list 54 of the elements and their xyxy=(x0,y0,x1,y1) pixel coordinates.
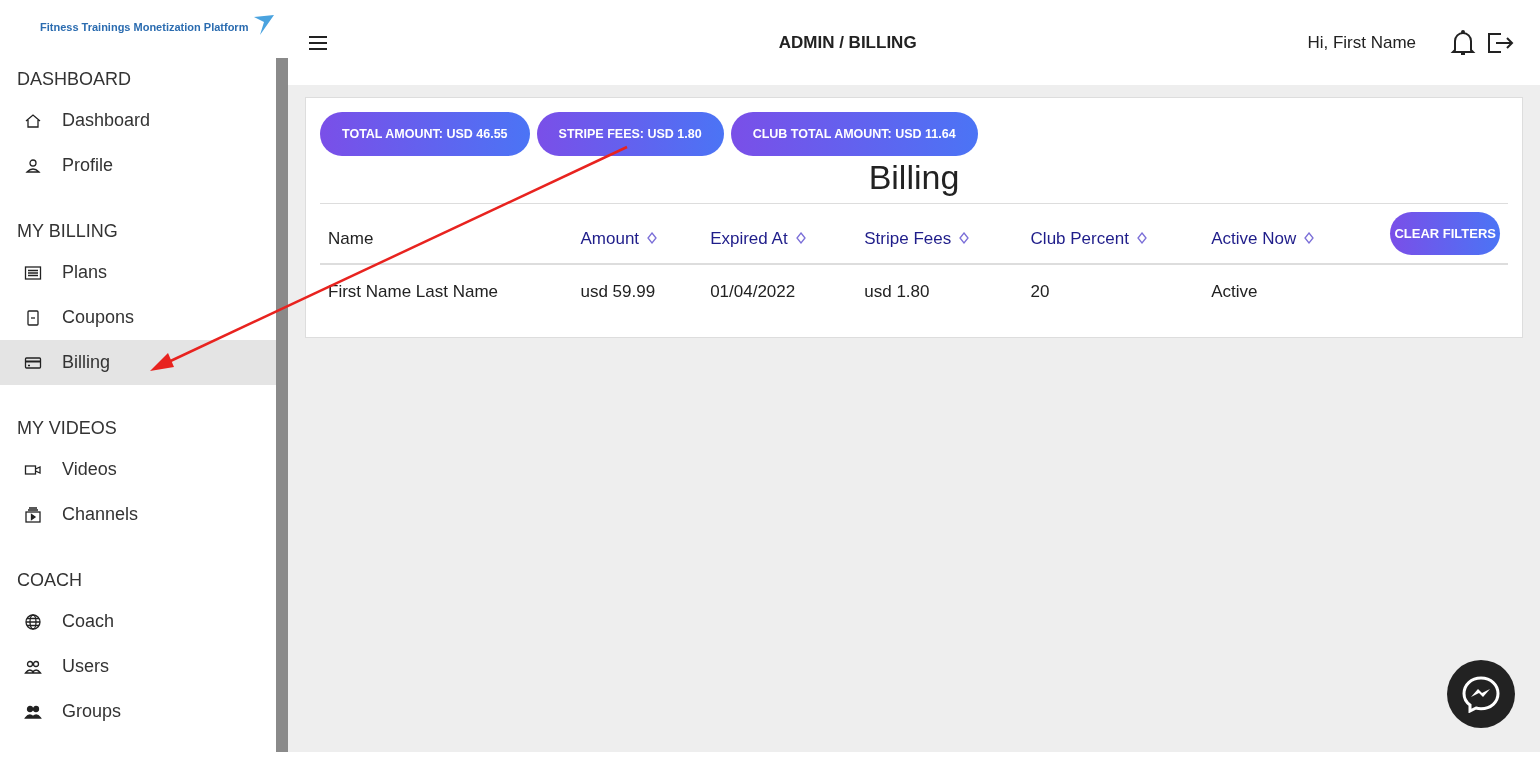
sidebar-item[interactable]: Coach xyxy=(0,599,276,644)
sidebar-item[interactable]: Channels xyxy=(0,492,276,537)
globe-icon xyxy=(24,613,42,630)
sort-icon xyxy=(1304,231,1315,244)
table-cell: Active xyxy=(1203,264,1383,315)
sort-icon xyxy=(647,231,658,244)
group-icon xyxy=(24,703,42,720)
sidebar-item[interactable]: Users xyxy=(0,644,276,689)
column-header[interactable]: Club Percent xyxy=(1022,204,1204,264)
sidebar-item[interactable]: Profile xyxy=(0,143,276,188)
section-heading: DASHBOARD xyxy=(16,68,133,91)
section-heading: COACH xyxy=(16,569,83,592)
column-header[interactable]: Amount xyxy=(572,204,703,264)
user-icon xyxy=(24,157,42,174)
scrollbar[interactable] xyxy=(276,58,288,752)
sidebar-item[interactable]: Plans xyxy=(0,250,276,295)
logo-swoosh-icon xyxy=(252,14,277,36)
table-cell: First Name Last Name xyxy=(320,264,573,315)
logo-text: Fitness Trainings Monetization Platform xyxy=(40,21,249,33)
messenger-icon xyxy=(1462,675,1500,713)
menu-icon[interactable] xyxy=(308,34,328,51)
section-heading: MY BILLING xyxy=(16,220,119,243)
clear-filters-button[interactable]: CLEAR FILTERS xyxy=(1390,212,1500,255)
user-greeting: Hi, First Name xyxy=(1307,32,1416,53)
column-header[interactable]: Active Now xyxy=(1203,204,1383,264)
users-icon xyxy=(24,658,42,675)
page-title: Billing xyxy=(320,156,1508,204)
column-header: Name xyxy=(320,204,573,264)
sidebar-item[interactable]: Billing xyxy=(0,340,276,385)
table-cell: 20 xyxy=(1022,264,1204,315)
table-cell: 01/04/2022 xyxy=(702,264,857,315)
sort-icon xyxy=(959,231,970,244)
page-breadcrumb: ADMIN / BILLING xyxy=(777,32,918,53)
sidebar-item[interactable]: Coupons xyxy=(0,295,276,340)
table-cell: usd 1.80 xyxy=(856,264,1023,315)
logout-icon[interactable] xyxy=(1486,30,1514,55)
sidebar-item[interactable]: Videos xyxy=(0,447,276,492)
home-icon xyxy=(24,112,42,129)
coupon-icon xyxy=(24,309,42,326)
sidebar-item[interactable]: Dashboard xyxy=(0,98,276,143)
section-heading: MY VIDEOS xyxy=(16,417,118,440)
summary-pill: STRIPE FEES: USD 1.80 xyxy=(536,112,724,156)
credit-card-icon xyxy=(24,354,42,371)
sidebar-item[interactable]: Groups xyxy=(0,689,276,734)
notification-bell-icon[interactable] xyxy=(1450,28,1476,57)
table-cell: usd 59.99 xyxy=(572,264,703,315)
column-header[interactable]: Expired At xyxy=(702,204,857,264)
list-icon xyxy=(24,264,42,281)
summary-pill: CLUB TOTAL AMOUNT: USD 11.64 xyxy=(730,112,978,156)
sort-icon xyxy=(1136,231,1147,244)
sort-icon xyxy=(795,231,806,244)
column-header[interactable]: Stripe Fees xyxy=(856,204,1023,264)
play-box-icon xyxy=(24,506,42,523)
summary-pill: TOTAL AMOUNT: USD 46.55 xyxy=(320,112,530,156)
